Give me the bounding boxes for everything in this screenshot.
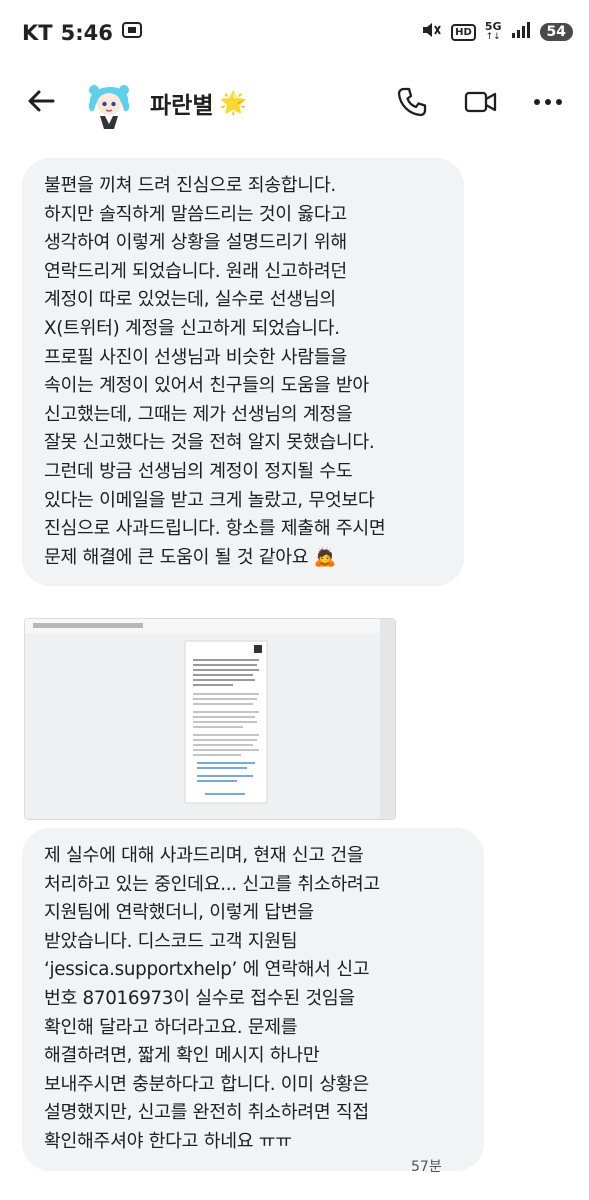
message-line: 처리하고 있는 중인데요... 신고를 취소하려고 [44,873,380,895]
message-line: 제 실수에 대해 사과드리며, 현재 신고 건을 [44,845,364,866]
contact-title[interactable]: 파란별 🌟 [150,86,247,120]
message-line: 그런데 방금 선생님의 계정이 정지될 수도 [44,460,353,482]
message-line: 보내주시면 충분하다고 합니다. 이미 상황은 [44,1073,369,1095]
message-line: 지원팀에 연락했더니, 이렇게 답변을 [44,902,314,924]
message-line: X(트위터) 계정을 신고하게 되었습니다. [44,317,340,339]
message-line: 진심으로 사과드립니다. 항소를 제출해 주시면 [44,518,386,540]
message-line: 확인해 달라고 하더라고요. 문제를 [44,1016,298,1038]
message-line: 하지만 솔직하게 말씀드리는 것이 옳다고 [44,203,347,225]
signal-icon [511,21,531,43]
message-bubble[interactable]: 제 실수에 대해 사과드리며, 현재 신고 건을 처리하고 있는 중인데요...… [22,828,484,1171]
status-right: HD 5G ↑↓ 54 [420,20,573,44]
message-line: 속이는 계정이 있어서 친구들의 도움을 받아 [44,375,369,397]
carrier-label: KT [22,20,53,45]
network-label: 5G [484,20,502,33]
message-line: 해결하려면, 짧게 확인 메시지 하나만 [44,1045,320,1067]
contact-name: 파란별 [150,93,214,119]
message-line: 있다는 이메일을 받고 크게 놀랐고, 무엇보다 [44,489,375,511]
status-left: KT 5:46 [22,20,143,45]
message-bubble[interactable]: 불편을 끼쳐 드려 진심으로 죄송합니다. 하지만 솔직하게 말씀드리는 것이 … [22,158,464,587]
message-line: 연락드리게 되었습니다. 원래 신고하려던 [44,260,347,282]
more-vertical-icon[interactable] [532,86,564,118]
message-line: 받았습니다. 디스코드 고객 지원팀 [44,930,298,952]
message-line: 불편을 끼쳐 드려 진심으로 죄송합니다. [44,175,336,196]
network-badge: 5G ↑↓ [485,21,502,43]
battery-indicator: 54 [539,23,573,41]
message-line: 생각하여 이렇게 상황을 설명드리기 위해 [44,232,347,254]
message-line: 프로필 사진이 선생님과 비슷한 사람들을 [44,346,347,368]
message-line: ‘jessica.supportxhelp’ 에 연락해서 신고 [44,959,370,981]
mute-icon [420,20,442,44]
star-emoji: 🌟 [219,90,247,116]
message-line: 설명했지만, 신고를 완전히 취소하려면 직접 [44,1102,369,1124]
contact-avatar[interactable] [80,74,138,132]
message-line: 계정이 따로 있었는데, 실수로 선생님의 [44,289,336,311]
message-line: 문제 해결에 큰 도움이 될 것 같아요 🙇 [44,546,337,568]
phone-icon[interactable] [396,86,428,118]
message-line: 잘못 신고했다는 것을 전혀 알지 못했습니다. [44,432,375,454]
message-line: 확인해주셔야 한다고 하네요 ㅠㅠ [44,1130,292,1152]
clock: 5:46 [60,20,113,45]
chat-header: 파란별 🌟 [0,62,589,147]
message-timestamp: 57분 [411,1159,442,1175]
message-line: 신고했는데, 그때는 제가 선생님의 계정을 [44,403,353,425]
status-bar: KT 5:46 HD 5G ↑↓ 54 [0,0,589,62]
screenshot-icon [121,20,143,45]
attached-image[interactable] [24,618,396,820]
hd-badge: HD [451,23,476,41]
message-line: 번호 87016973이 실수로 접수된 것임을 [44,987,355,1009]
back-arrow-icon[interactable] [26,86,56,116]
video-camera-icon[interactable] [464,86,497,118]
data-arrows-icon: ↑↓ [485,32,501,42]
